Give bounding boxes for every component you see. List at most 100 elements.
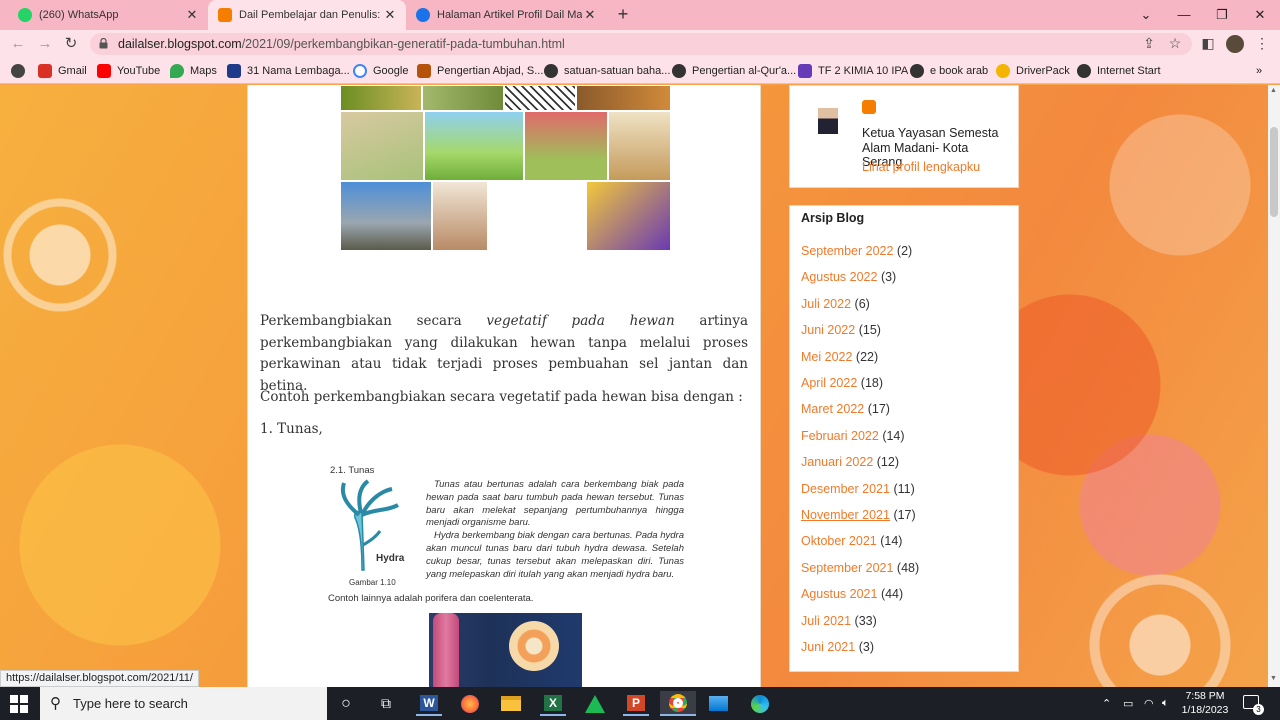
bookmark-ebook[interactable]: e book arab	[910, 63, 988, 79]
powerpoint-icon[interactable]: P	[623, 691, 649, 716]
address-path: /2021/09/perkembangbikan-generatif-pada-…	[241, 37, 565, 51]
archive-link[interactable]: Juni 2022	[801, 323, 855, 337]
new-tab-button[interactable]: +	[613, 5, 633, 25]
file-explorer-icon[interactable]	[498, 691, 524, 716]
excel-icon[interactable]: X	[540, 691, 566, 716]
edge-icon[interactable]	[747, 691, 773, 716]
bookmark-maps[interactable]: Maps	[170, 63, 217, 79]
archive-item[interactable]: Juli 2021 (33)	[801, 614, 877, 628]
archive-link[interactable]: November 2021	[801, 508, 890, 522]
maximize-button[interactable]: ❐	[1209, 4, 1235, 26]
archive-item[interactable]: Juni 2022 (15)	[801, 323, 881, 337]
archive-link[interactable]: Maret 2022	[801, 402, 864, 416]
bookmark-apps[interactable]	[11, 63, 31, 79]
address-host: dailalser.blogspot.com	[118, 37, 242, 51]
archive-link[interactable]: Januari 2022	[801, 455, 873, 469]
app-green-icon[interactable]	[582, 691, 608, 716]
task-view-icon[interactable]: ⧉	[373, 691, 399, 716]
wifi-icon[interactable]: ◠	[1144, 687, 1160, 720]
bookmark-internet-start[interactable]: Internet Start	[1077, 63, 1161, 79]
taskbar-clock[interactable]: 7:58 PM 1/18/2023	[1180, 689, 1230, 717]
cortana-icon[interactable]: ○	[333, 691, 359, 716]
close-tab-icon[interactable]: ✕	[582, 7, 598, 23]
photos-icon[interactable]	[705, 691, 731, 716]
archive-link[interactable]: Juni 2021	[801, 640, 855, 654]
archive-link[interactable]: September 2022	[801, 244, 893, 258]
show-hidden-icons[interactable]: ⌃	[1102, 687, 1116, 720]
more-bookmarks-button[interactable]: »	[1256, 63, 1262, 79]
reload-button[interactable]: ↻	[61, 34, 81, 54]
archive-item[interactable]: Desember 2021 (11)	[801, 482, 915, 496]
bookmark-gmail[interactable]: Gmail	[38, 63, 87, 79]
menu-icon[interactable]: ⋮	[1253, 34, 1271, 52]
word-icon[interactable]: W	[416, 691, 442, 716]
page-scrollbar[interactable]: ▲ ▼	[1268, 85, 1280, 687]
close-tab-icon[interactable]: ✕	[382, 7, 398, 23]
profile-avatar[interactable]	[1226, 35, 1244, 53]
archive-item[interactable]: Februari 2022 (14)	[801, 429, 905, 443]
bookmark-star-icon[interactable]: ☆	[1166, 34, 1184, 52]
tab-title: Halaman Artikel Profil Dail Maruf	[437, 9, 582, 21]
archive-item[interactable]: Januari 2022 (12)	[801, 455, 899, 469]
close-tab-icon[interactable]: ✕	[184, 7, 200, 23]
battery-icon[interactable]: ▭	[1123, 687, 1139, 720]
minimize-button[interactable]: —	[1171, 4, 1197, 26]
bookmark-kimia[interactable]: TF 2 KIMIA 10 IPA	[798, 63, 908, 79]
firefox-icon[interactable]	[457, 691, 483, 716]
back-button[interactable]: ←	[8, 34, 28, 54]
archive-item[interactable]: Agustus 2022 (3)	[801, 270, 896, 284]
bookmark-lembaga[interactable]: 31 Nama Lembaga...	[227, 63, 350, 79]
archive-count: (22)	[855, 349, 879, 364]
archive-item[interactable]: September 2022 (2)	[801, 244, 912, 258]
archive-link[interactable]: Mei 2022	[801, 350, 852, 364]
scrollbar-thumb[interactable]	[1270, 127, 1278, 217]
archive-count: (3)	[880, 270, 897, 285]
archive-link[interactable]: Juli 2022	[801, 297, 851, 311]
profile-photo[interactable]	[818, 108, 838, 134]
archive-item[interactable]: Oktober 2021 (14)	[801, 534, 902, 548]
archive-item[interactable]: November 2021 (17)	[801, 508, 916, 522]
volume-icon[interactable]: 🔈︎	[1162, 687, 1178, 720]
bookmark-abjad[interactable]: Pengertian Abjad, S...	[417, 63, 543, 79]
forward-button[interactable]: →	[35, 34, 55, 54]
bookmark-driverpack[interactable]: DriverPack	[996, 63, 1070, 79]
side-panel-icon[interactable]: ◧	[1199, 34, 1217, 52]
archive-item[interactable]: Maret 2022 (17)	[801, 402, 890, 416]
archive-item[interactable]: Agustus 2021 (44)	[801, 587, 903, 601]
archive-link[interactable]: Agustus 2022	[801, 270, 877, 284]
tab-article[interactable]: Halaman Artikel Profil Dail Maruf ✕	[406, 0, 606, 30]
archive-link[interactable]: Juli 2021	[801, 614, 851, 628]
bookmark-youtube[interactable]: YouTube	[97, 63, 160, 79]
scroll-down-arrow[interactable]: ▼	[1270, 675, 1277, 682]
archive-count: (3)	[858, 640, 874, 654]
tab-whatsapp[interactable]: (260) WhatsApp ✕	[8, 0, 208, 30]
archive-item[interactable]: Mei 2022 (22)	[801, 350, 878, 364]
archive-item[interactable]: Juni 2021 (3)	[801, 640, 874, 654]
search-placeholder: Type here to search	[73, 696, 188, 711]
windows-start-icon[interactable]	[10, 695, 28, 713]
archive-link[interactable]: Oktober 2021	[801, 534, 877, 548]
archive-count: (48)	[896, 560, 920, 575]
archive-link[interactable]: September 2021	[801, 561, 893, 575]
share-icon[interactable]: ⇪	[1140, 34, 1158, 52]
tab-blog[interactable]: Dail Pembelajar dan Penulis: PERKE ✕	[208, 0, 406, 30]
address-bar[interactable]: dailalser.blogspot.com/2021/09/perkemban…	[90, 33, 1192, 55]
search-icon: ⚲	[50, 695, 61, 712]
bookmark-satuan[interactable]: satuan-satuan baha...	[544, 63, 670, 79]
view-profile-link[interactable]: Lihat profil lengkapku	[862, 160, 980, 174]
taskbar-search-box[interactable]: ⚲ Type here to search	[40, 687, 327, 720]
tab-search-button[interactable]: ⌄	[1133, 4, 1159, 26]
archive-item[interactable]: April 2022 (18)	[801, 376, 883, 390]
scroll-up-arrow[interactable]: ▲	[1270, 87, 1277, 94]
close-window-button[interactable]: ✕	[1247, 4, 1273, 26]
archive-link[interactable]: Agustus 2021	[801, 587, 877, 601]
archive-item[interactable]: September 2021 (48)	[801, 561, 919, 575]
archive-link[interactable]: April 2022	[801, 376, 857, 390]
archive-link[interactable]: Desember 2021	[801, 482, 890, 496]
bookmark-alquran[interactable]: Pengertian al-Qur'a...	[672, 63, 796, 79]
chrome-icon[interactable]	[660, 691, 696, 716]
contoh-paragraph: Contoh perkembangbiakan secara vegetatif…	[260, 389, 743, 405]
archive-link[interactable]: Februari 2022	[801, 429, 879, 443]
bookmark-google[interactable]: Google	[353, 63, 408, 79]
archive-item[interactable]: Juli 2022 (6)	[801, 297, 870, 311]
